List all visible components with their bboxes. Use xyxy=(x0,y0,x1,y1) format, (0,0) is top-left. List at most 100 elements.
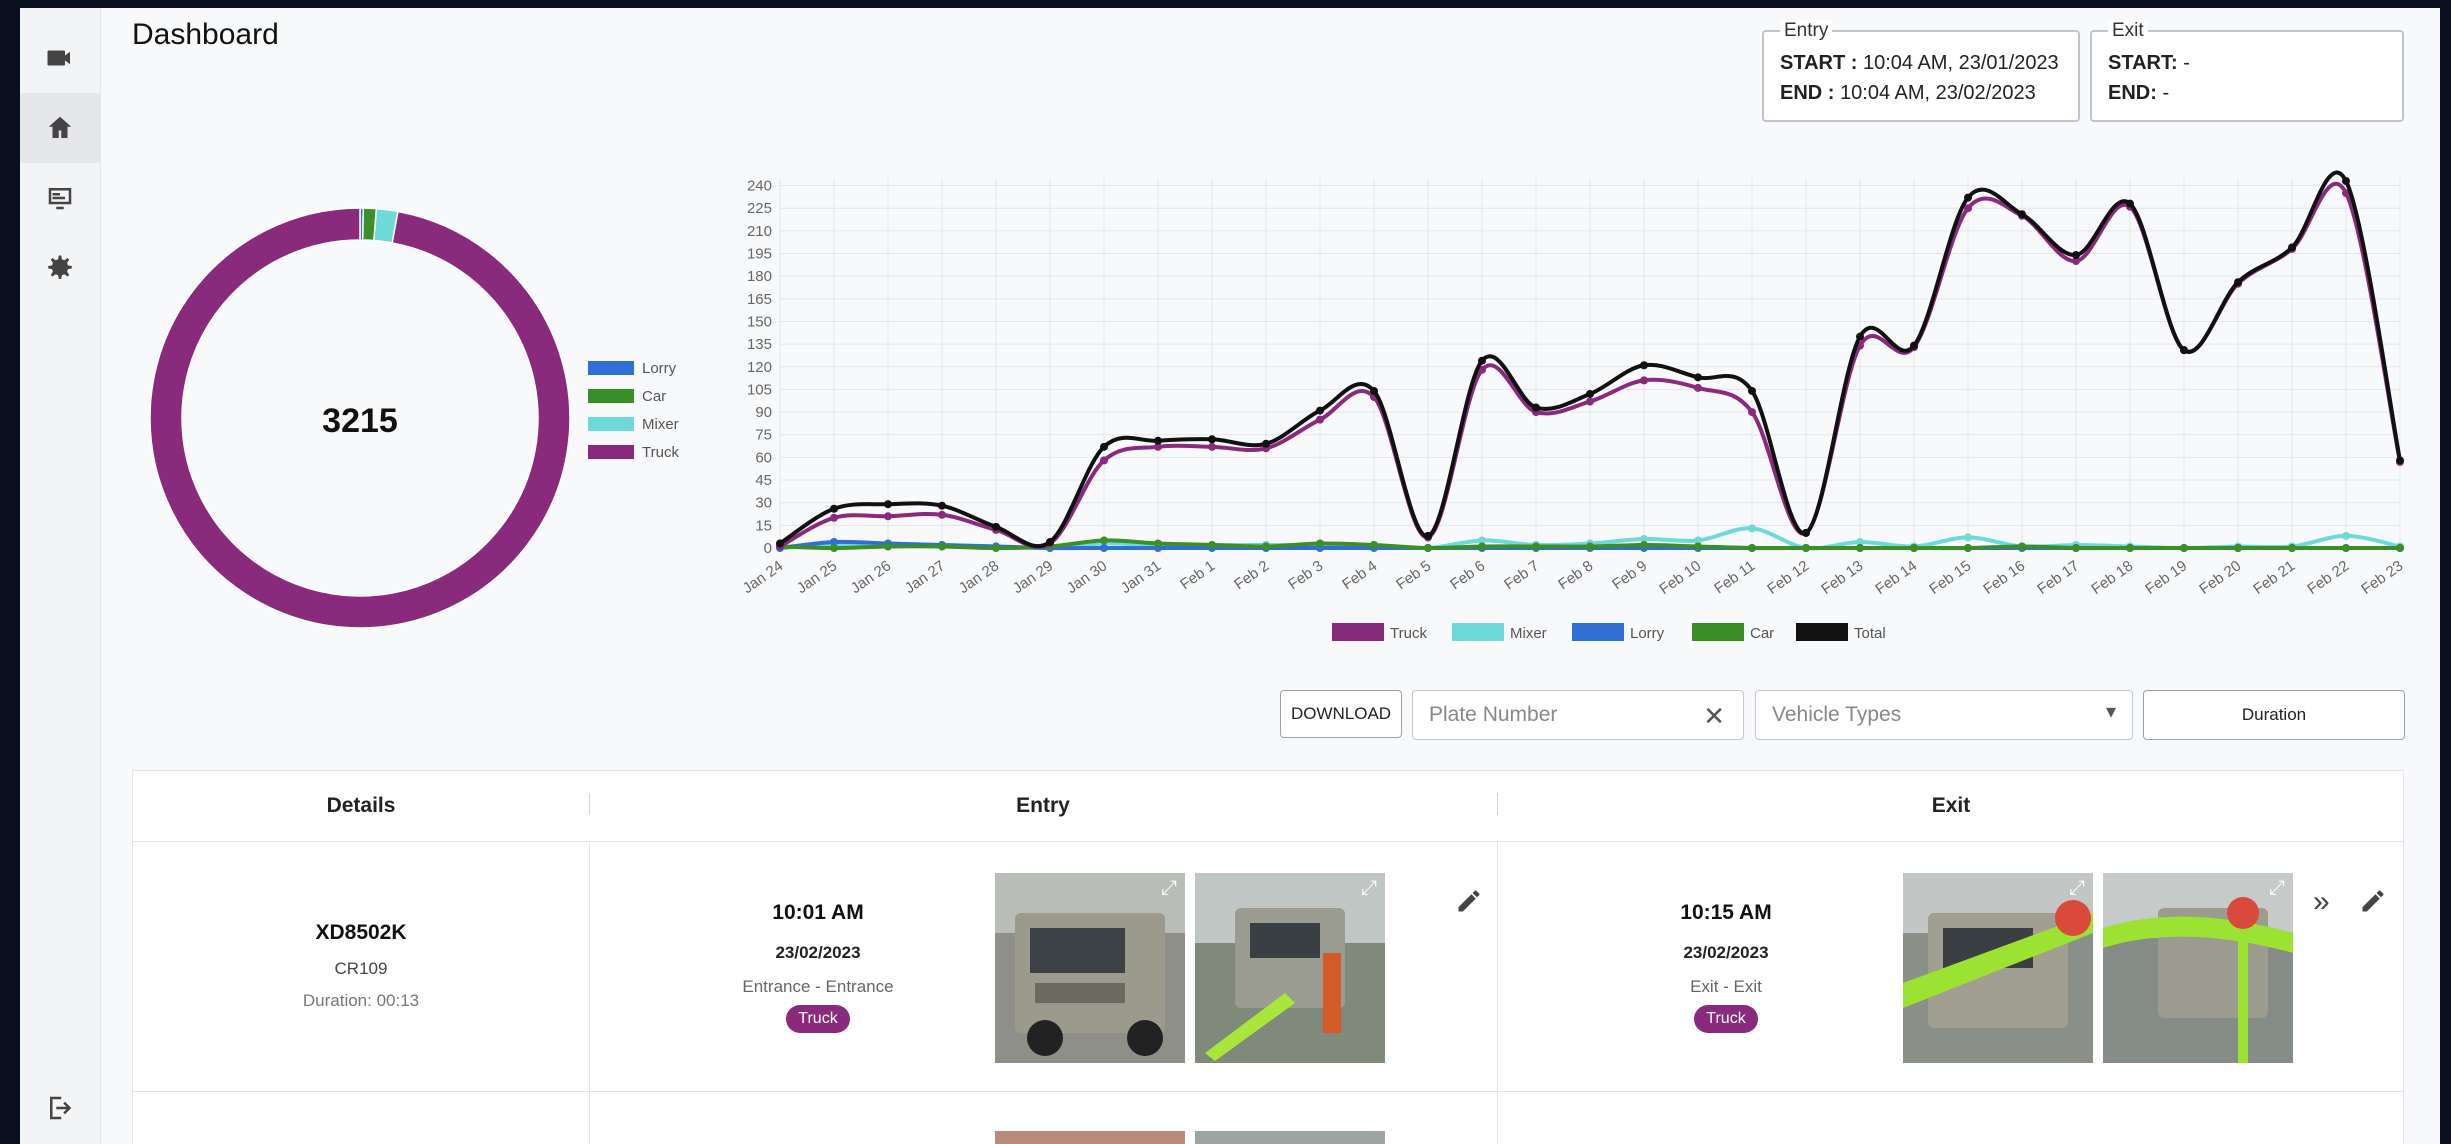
data-point-car[interactable] xyxy=(1100,536,1108,545)
data-point-car[interactable] xyxy=(1532,542,1540,551)
data-point-car[interactable] xyxy=(1640,540,1648,549)
data-point-car[interactable] xyxy=(2288,544,2296,552)
data-point-car[interactable] xyxy=(2018,542,2026,551)
sidebar-item-settings[interactable] xyxy=(20,233,100,303)
next-row-entry-image-2[interactable] xyxy=(1195,1131,1385,1144)
exit-image-2[interactable]: ⤢ xyxy=(2103,873,2293,1063)
data-point-car[interactable] xyxy=(1802,544,1810,552)
data-point-truck[interactable] xyxy=(1640,376,1648,385)
data-point-car[interactable] xyxy=(884,542,892,551)
vehicle-types-select[interactable]: Vehicle Types ▾ xyxy=(1755,690,2133,740)
data-point-total[interactable] xyxy=(1532,403,1540,412)
data-point-total[interactable] xyxy=(1478,356,1486,365)
data-point-total[interactable] xyxy=(830,504,838,513)
data-point-total[interactable] xyxy=(1640,361,1648,370)
data-point-total[interactable] xyxy=(1586,389,1594,398)
data-point-total[interactable] xyxy=(1964,193,1972,202)
data-point-total[interactable] xyxy=(2126,199,2134,208)
download-button[interactable]: DOWNLOAD xyxy=(1280,690,1402,738)
data-point-lorry[interactable] xyxy=(1100,544,1108,552)
clear-icon[interactable]: ✕ xyxy=(1703,701,1725,732)
double-chevron-right-icon[interactable]: » xyxy=(2313,885,2330,919)
expand-icon[interactable]: ⤢ xyxy=(1161,877,1177,900)
legend-label-mixer: Mixer xyxy=(642,416,679,433)
data-point-mixer[interactable] xyxy=(1964,533,1972,542)
data-point-total[interactable] xyxy=(2018,210,2026,219)
data-point-total[interactable] xyxy=(1262,439,1270,448)
data-point-truck[interactable] xyxy=(830,513,838,522)
data-point-total[interactable] xyxy=(992,522,1000,531)
data-point-truck[interactable] xyxy=(1586,397,1594,406)
x-tick-label: Jan 30 xyxy=(1064,557,1111,597)
data-point-car[interactable] xyxy=(938,542,946,551)
data-point-car[interactable] xyxy=(1748,544,1756,552)
data-point-car[interactable] xyxy=(1964,544,1972,552)
expand-icon[interactable]: ⤢ xyxy=(2269,877,2285,900)
data-point-car[interactable] xyxy=(1262,542,1270,551)
entry-image-2[interactable]: ⤢ xyxy=(1195,873,1385,1063)
data-point-truck[interactable] xyxy=(1100,456,1108,465)
data-point-total[interactable] xyxy=(2072,251,2080,260)
sidebar-item-camera[interactable] xyxy=(20,23,100,93)
data-point-car[interactable] xyxy=(830,544,838,552)
data-point-total[interactable] xyxy=(1748,386,1756,395)
expand-icon[interactable]: ⤢ xyxy=(2069,877,2085,900)
data-point-car[interactable] xyxy=(1424,544,1432,552)
exit-image-1[interactable]: ⤢ xyxy=(1903,873,2093,1063)
x-tick-label: Feb 19 xyxy=(2142,557,2190,598)
duration-button[interactable]: Duration xyxy=(2143,690,2405,740)
data-point-car[interactable] xyxy=(1370,540,1378,549)
next-row-entry-image-1[interactable] xyxy=(995,1131,1185,1144)
plate-number-input[interactable]: Plate Number ✕ xyxy=(1412,690,1744,740)
data-point-total[interactable] xyxy=(2288,243,2296,252)
logout-button[interactable] xyxy=(20,1073,100,1143)
data-point-total[interactable] xyxy=(1802,528,1810,537)
data-point-total[interactable] xyxy=(1694,373,1702,382)
data-point-car[interactable] xyxy=(2072,544,2080,552)
data-point-total[interactable] xyxy=(884,500,892,509)
data-point-total[interactable] xyxy=(2234,278,2242,287)
data-point-truck[interactable] xyxy=(1208,442,1216,451)
sidebar-item-screen[interactable] xyxy=(20,163,100,233)
data-point-mixer[interactable] xyxy=(1748,524,1756,533)
data-point-car[interactable] xyxy=(2180,544,2188,552)
data-point-car[interactable] xyxy=(1316,539,1324,548)
data-point-car[interactable] xyxy=(2234,544,2242,552)
data-point-total[interactable] xyxy=(776,539,784,548)
data-point-total[interactable] xyxy=(2180,346,2188,355)
data-point-car[interactable] xyxy=(1856,544,1864,552)
data-point-total[interactable] xyxy=(1316,406,1324,415)
sidebar-item-home[interactable] xyxy=(20,93,100,163)
data-point-total[interactable] xyxy=(1100,442,1108,451)
data-point-mixer[interactable] xyxy=(2342,531,2350,540)
data-point-car[interactable] xyxy=(1208,540,1216,549)
data-point-truck[interactable] xyxy=(1694,383,1702,392)
data-point-total[interactable] xyxy=(1208,435,1216,444)
data-point-total[interactable] xyxy=(938,501,946,510)
data-point-total[interactable] xyxy=(1856,332,1864,341)
data-point-car[interactable] xyxy=(1586,542,1594,551)
data-point-car[interactable] xyxy=(1910,544,1918,552)
data-point-total[interactable] xyxy=(2396,456,2404,465)
data-point-truck[interactable] xyxy=(884,512,892,521)
data-point-car[interactable] xyxy=(992,544,1000,552)
data-point-total[interactable] xyxy=(2342,177,2350,186)
data-point-car[interactable] xyxy=(2396,544,2404,552)
data-point-total[interactable] xyxy=(1370,386,1378,395)
data-point-car[interactable] xyxy=(2126,544,2134,552)
data-point-car[interactable] xyxy=(1694,542,1702,551)
expand-icon[interactable]: ⤢ xyxy=(1361,877,1377,900)
edit-exit-button[interactable] xyxy=(2359,887,2387,920)
data-point-truck[interactable] xyxy=(1748,408,1756,417)
data-point-car[interactable] xyxy=(2342,544,2350,552)
data-point-car[interactable] xyxy=(1154,539,1162,548)
edit-entry-button[interactable] xyxy=(1455,887,1483,920)
data-point-total[interactable] xyxy=(1046,537,1054,546)
data-point-total[interactable] xyxy=(1910,341,1918,350)
data-point-total[interactable] xyxy=(1154,436,1162,445)
entry-image-1[interactable]: ⤢ xyxy=(995,873,1185,1063)
data-point-car[interactable] xyxy=(1478,542,1486,551)
data-point-total[interactable] xyxy=(1424,531,1432,540)
data-point-truck[interactable] xyxy=(1316,415,1324,424)
data-point-truck[interactable] xyxy=(938,510,946,519)
